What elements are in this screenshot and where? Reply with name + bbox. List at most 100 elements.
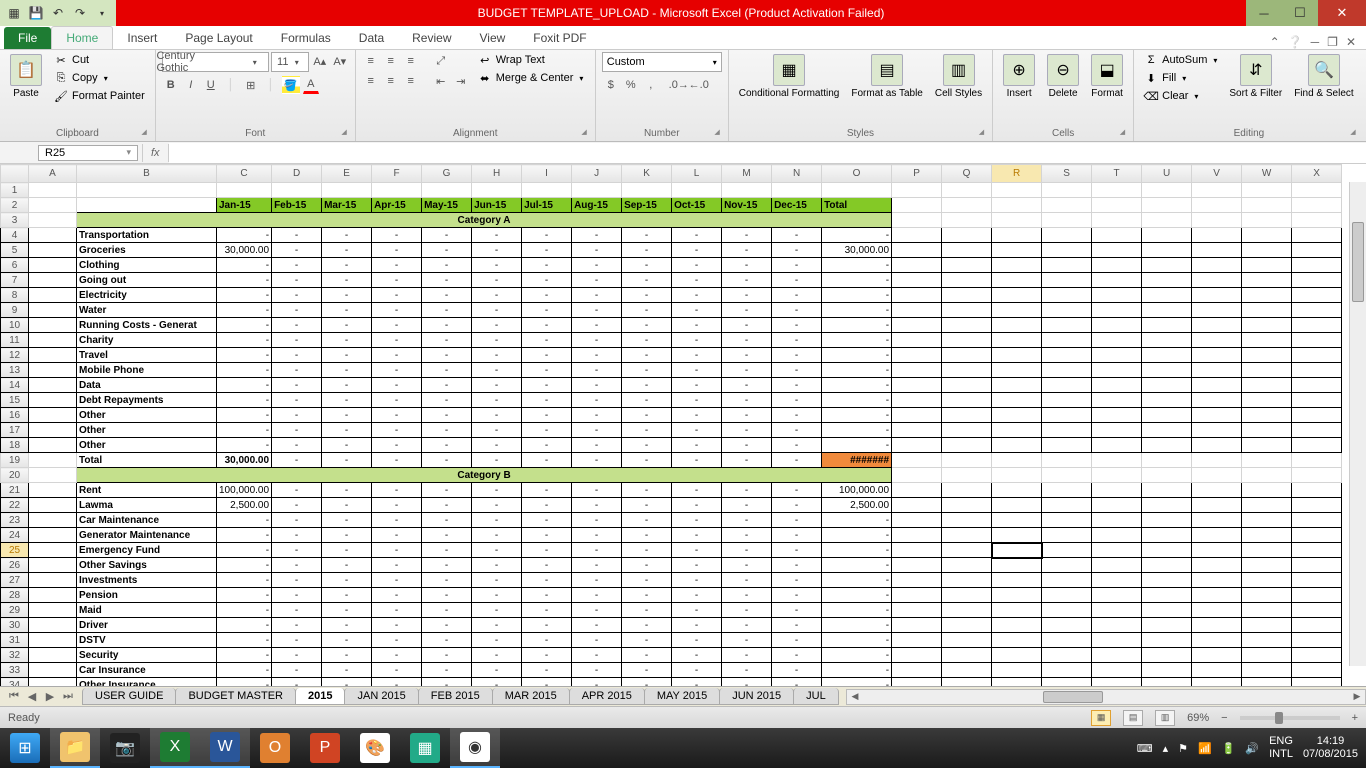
taskbar-excel[interactable]: X: [150, 728, 200, 768]
grow-font-icon[interactable]: A▴: [311, 52, 329, 70]
row-header-20[interactable]: 20: [1, 468, 29, 483]
row-header-32[interactable]: 32: [1, 648, 29, 663]
taskbar-outlook[interactable]: O: [250, 728, 300, 768]
zoom-out-button[interactable]: −: [1221, 712, 1227, 724]
fill-button[interactable]: ⬇Fill▾: [1140, 70, 1221, 86]
col-header-D[interactable]: D: [272, 165, 322, 183]
start-button[interactable]: ⊞: [0, 728, 50, 768]
shrink-font-icon[interactable]: A▾: [331, 52, 349, 70]
row-header-19[interactable]: 19: [1, 453, 29, 468]
row-header-5[interactable]: 5: [1, 243, 29, 258]
increase-decimal-icon[interactable]: .0→: [670, 76, 688, 94]
row-header-21[interactable]: 21: [1, 483, 29, 498]
font-name-select[interactable]: Century Gothic▾: [162, 52, 269, 72]
tray-flag-icon[interactable]: ⚑: [1178, 742, 1188, 755]
minimize-ribbon-icon[interactable]: ⌃: [1270, 35, 1280, 49]
col-header-B[interactable]: B: [77, 165, 217, 183]
tab-foxit[interactable]: Foxit PDF: [519, 27, 600, 49]
row-header-4[interactable]: 4: [1, 228, 29, 243]
wrap-text-button[interactable]: ↩Wrap Text: [474, 52, 588, 68]
format-as-table-button[interactable]: ▤Format as Table: [847, 52, 927, 101]
align-top-icon[interactable]: ≡: [362, 52, 380, 70]
col-header-U[interactable]: U: [1142, 165, 1192, 183]
col-header-W[interactable]: W: [1242, 165, 1292, 183]
row-header-31[interactable]: 31: [1, 633, 29, 648]
paste-button[interactable]: 📋Paste: [6, 52, 46, 101]
help-icon[interactable]: ❔: [1288, 35, 1303, 49]
col-header-X[interactable]: X: [1292, 165, 1342, 183]
tray-network-icon[interactable]: 📶: [1198, 742, 1212, 755]
col-header-P[interactable]: P: [892, 165, 942, 183]
col-header-Q[interactable]: Q: [942, 165, 992, 183]
taskbar-powerpoint[interactable]: P: [300, 728, 350, 768]
tray-keyboard-icon[interactable]: ⌨: [1137, 742, 1153, 755]
close-button[interactable]: ✕: [1318, 0, 1366, 26]
row-header-3[interactable]: 3: [1, 213, 29, 228]
qat-more-icon[interactable]: ▾: [94, 5, 110, 21]
underline-button[interactable]: U: [202, 76, 220, 94]
sheet-tab-jul[interactable]: JUL: [793, 688, 839, 705]
tray-up-icon[interactable]: ▴: [1163, 742, 1169, 755]
fx-icon[interactable]: fx: [142, 144, 169, 162]
normal-view-button[interactable]: ▦: [1091, 710, 1111, 726]
row-header-11[interactable]: 11: [1, 333, 29, 348]
sheet-tab-feb-2015[interactable]: FEB 2015: [418, 688, 493, 705]
page-layout-view-button[interactable]: ▤: [1123, 710, 1143, 726]
row-header-8[interactable]: 8: [1, 288, 29, 303]
tray-battery-icon[interactable]: 🔋: [1222, 742, 1236, 755]
save-icon[interactable]: 💾: [28, 5, 44, 21]
row-header-9[interactable]: 9: [1, 303, 29, 318]
vertical-scrollbar[interactable]: [1349, 182, 1366, 666]
sheet-tab-2015[interactable]: 2015: [295, 688, 345, 705]
row-header-6[interactable]: 6: [1, 258, 29, 273]
formula-input[interactable]: [169, 143, 1366, 163]
col-header-V[interactable]: V: [1192, 165, 1242, 183]
redo-icon[interactable]: ↷: [72, 5, 88, 21]
clear-button[interactable]: ⌫Clear▾: [1140, 88, 1221, 104]
tab-view[interactable]: View: [466, 27, 520, 49]
decrease-indent-icon[interactable]: ⇤: [432, 72, 450, 90]
sheet-tab-jan-2015[interactable]: JAN 2015: [344, 688, 418, 705]
taskbar-paint[interactable]: 🎨: [350, 728, 400, 768]
align-right-icon[interactable]: ≡: [402, 72, 420, 90]
orientation-icon[interactable]: ⤢: [432, 52, 450, 70]
zoom-level[interactable]: 69%: [1187, 712, 1209, 724]
row-header-33[interactable]: 33: [1, 663, 29, 678]
col-header-M[interactable]: M: [722, 165, 772, 183]
sheet-first-icon[interactable]: ⏮: [6, 690, 22, 703]
taskbar-word[interactable]: W: [200, 728, 250, 768]
italic-button[interactable]: I: [182, 76, 200, 94]
align-left-icon[interactable]: ≡: [362, 72, 380, 90]
sheet-tab-budget-master[interactable]: BUDGET MASTER: [175, 688, 296, 705]
cut-button[interactable]: ✂Cut: [50, 52, 149, 68]
row-header-1[interactable]: 1: [1, 183, 29, 198]
increase-indent-icon[interactable]: ⇥: [452, 72, 470, 90]
font-size-select[interactable]: 11▾: [271, 52, 309, 72]
percent-format-icon[interactable]: %: [622, 76, 640, 94]
row-header-17[interactable]: 17: [1, 423, 29, 438]
copy-button[interactable]: ⎘Copy▾: [50, 70, 149, 86]
col-header-H[interactable]: H: [472, 165, 522, 183]
row-header-26[interactable]: 26: [1, 558, 29, 573]
delete-cells-button[interactable]: ⊖Delete: [1043, 52, 1083, 101]
tray-volume-icon[interactable]: 🔊: [1245, 742, 1259, 755]
fill-color-button[interactable]: 🪣: [282, 76, 300, 94]
row-header-22[interactable]: 22: [1, 498, 29, 513]
insert-cells-button[interactable]: ⊕Insert: [999, 52, 1039, 101]
tray-language[interactable]: ENGINTL: [1269, 735, 1293, 761]
col-header-T[interactable]: T: [1092, 165, 1142, 183]
row-header-13[interactable]: 13: [1, 363, 29, 378]
tab-insert[interactable]: Insert: [113, 27, 171, 49]
decrease-decimal-icon[interactable]: ←.0: [690, 76, 708, 94]
tab-file[interactable]: File: [4, 27, 51, 49]
taskbar-camera[interactable]: 📷: [100, 728, 150, 768]
autosum-button[interactable]: ΣAutoSum▾: [1140, 52, 1221, 68]
row-header-14[interactable]: 14: [1, 378, 29, 393]
active-cell[interactable]: [992, 543, 1042, 558]
col-header-E[interactable]: E: [322, 165, 372, 183]
sheet-tab-jun-2015[interactable]: JUN 2015: [719, 688, 794, 705]
align-center-icon[interactable]: ≡: [382, 72, 400, 90]
workbook-restore-icon[interactable]: ❐: [1327, 35, 1338, 49]
sheet-tab-user-guide[interactable]: USER GUIDE: [82, 688, 176, 705]
col-header-F[interactable]: F: [372, 165, 422, 183]
